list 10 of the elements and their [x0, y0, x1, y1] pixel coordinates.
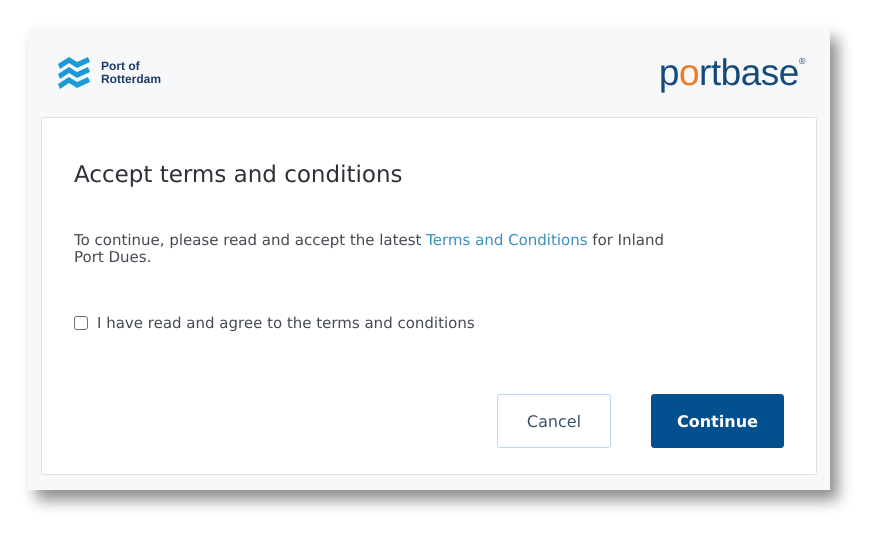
dialog-title: Accept terms and conditions [74, 162, 404, 188]
checkbox[interactable] [74, 316, 88, 330]
dialog-message: To continue, please read and accept the latest Terms and Conditions for Inland Port Dues. [74, 232, 665, 266]
checkbox-label: I have read and agree to the terms and conditions [97, 314, 475, 332]
logo-text: Port of [101, 60, 141, 72]
brand-logo: portbase$^{®}$ [658, 52, 805, 94]
logo-text: Rotterdam [101, 72, 162, 86]
cancel-button[interactable]: Cancel [497, 394, 611, 448]
terms-link[interactable]: Terms and Conditions [426, 231, 588, 249]
continue-button[interactable]: Continue [651, 394, 784, 448]
